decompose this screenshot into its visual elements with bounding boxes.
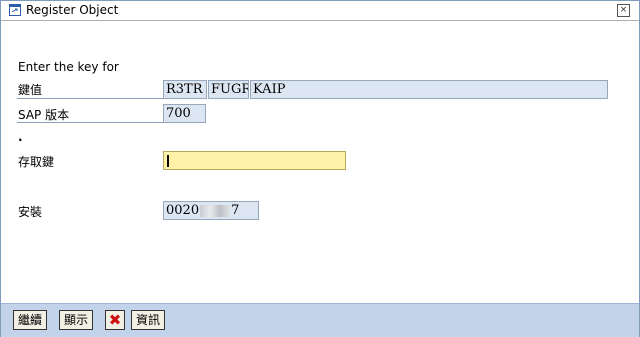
dialog-content: Enter the key for 鍵值 R3TR FUGR KAIP SAP …	[1, 21, 639, 303]
register-object-dialog: Register Object × Enter the key for 鍵值 R…	[0, 0, 640, 337]
separator-dot: ·	[18, 133, 23, 147]
key-part-1-value: R3TR	[166, 82, 203, 97]
key-part-2-value: FUGR	[211, 82, 249, 97]
install-number-prefix: 0020	[166, 203, 200, 218]
continue-button[interactable]: 繼續	[13, 310, 48, 330]
key-row-underline	[17, 98, 163, 99]
form-header: Enter the key for	[18, 60, 119, 74]
install-number-field: 0020 7	[163, 201, 259, 220]
key-part-1-field: R3TR	[163, 80, 207, 99]
dialog-title: Register Object	[26, 3, 119, 17]
display-button[interactable]: 顯示	[59, 310, 94, 330]
dialog-footer-toolbar: 繼續 顯示 ✖ 資訊	[1, 303, 639, 337]
version-row-underline	[17, 122, 163, 123]
install-label: 安裝	[18, 205, 43, 219]
key-label: 鍵值	[18, 83, 43, 97]
access-key-label: 存取鍵	[18, 155, 55, 169]
dialog-titlebar: Register Object ×	[1, 1, 639, 21]
install-number-suffix: 7	[231, 203, 240, 218]
window-icon	[9, 4, 21, 16]
access-key-input[interactable]	[163, 151, 346, 170]
key-part-3-field: KAIP	[250, 80, 608, 99]
info-button[interactable]: 資訊	[131, 310, 166, 330]
close-icon: ×	[619, 5, 628, 15]
redacted-digits	[200, 204, 231, 217]
sap-version-label: SAP 版本	[18, 108, 70, 122]
key-part-3-value: KAIP	[253, 82, 286, 97]
close-button[interactable]: ×	[617, 4, 630, 17]
sap-version-value: 700	[166, 106, 191, 121]
text-caret	[167, 155, 169, 167]
cancel-icon: ✖	[108, 311, 122, 329]
sap-version-field: 700	[163, 104, 206, 123]
cancel-button[interactable]: ✖	[105, 310, 125, 330]
key-part-2-field: FUGR	[208, 80, 249, 99]
